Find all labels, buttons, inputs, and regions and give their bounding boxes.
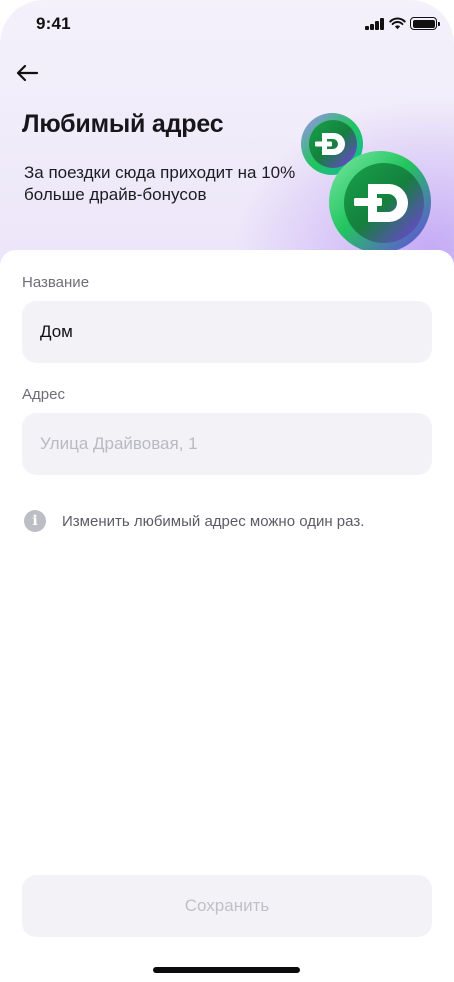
- form-sheet: Название Адрес i Изменить любимый адрес …: [0, 250, 454, 982]
- save-button[interactable]: Сохранить: [22, 875, 432, 937]
- home-indicator: [153, 967, 300, 973]
- page-subtitle: За поездки сюда приходит на 10% больше д…: [24, 163, 296, 204]
- screen: 9:41 Любимый адрес За поездки сюда прихо…: [0, 0, 454, 982]
- address-field-label: Адрес: [22, 386, 65, 403]
- status-time: 9:41: [36, 14, 71, 33]
- wifi-icon: [389, 17, 406, 30]
- info-icon: i: [24, 510, 46, 532]
- drive-bonus-coin-icon: [301, 113, 431, 253]
- address-field[interactable]: [22, 413, 432, 475]
- info-text: Изменить любимый адрес можно один раз.: [62, 512, 365, 530]
- name-field[interactable]: [22, 301, 432, 363]
- back-button[interactable]: [12, 58, 42, 88]
- name-field-label: Название: [22, 274, 90, 291]
- page-title: Любимый адрес: [22, 110, 224, 138]
- status-bar: 9:41: [0, 0, 454, 50]
- info-note: i Изменить любимый адрес можно один раз.: [24, 510, 364, 532]
- arrow-left-icon: [16, 64, 39, 82]
- address-input[interactable]: [22, 413, 432, 475]
- name-input[interactable]: [22, 301, 432, 363]
- cellular-signal-icon: [365, 18, 384, 30]
- battery-icon: [410, 17, 440, 30]
